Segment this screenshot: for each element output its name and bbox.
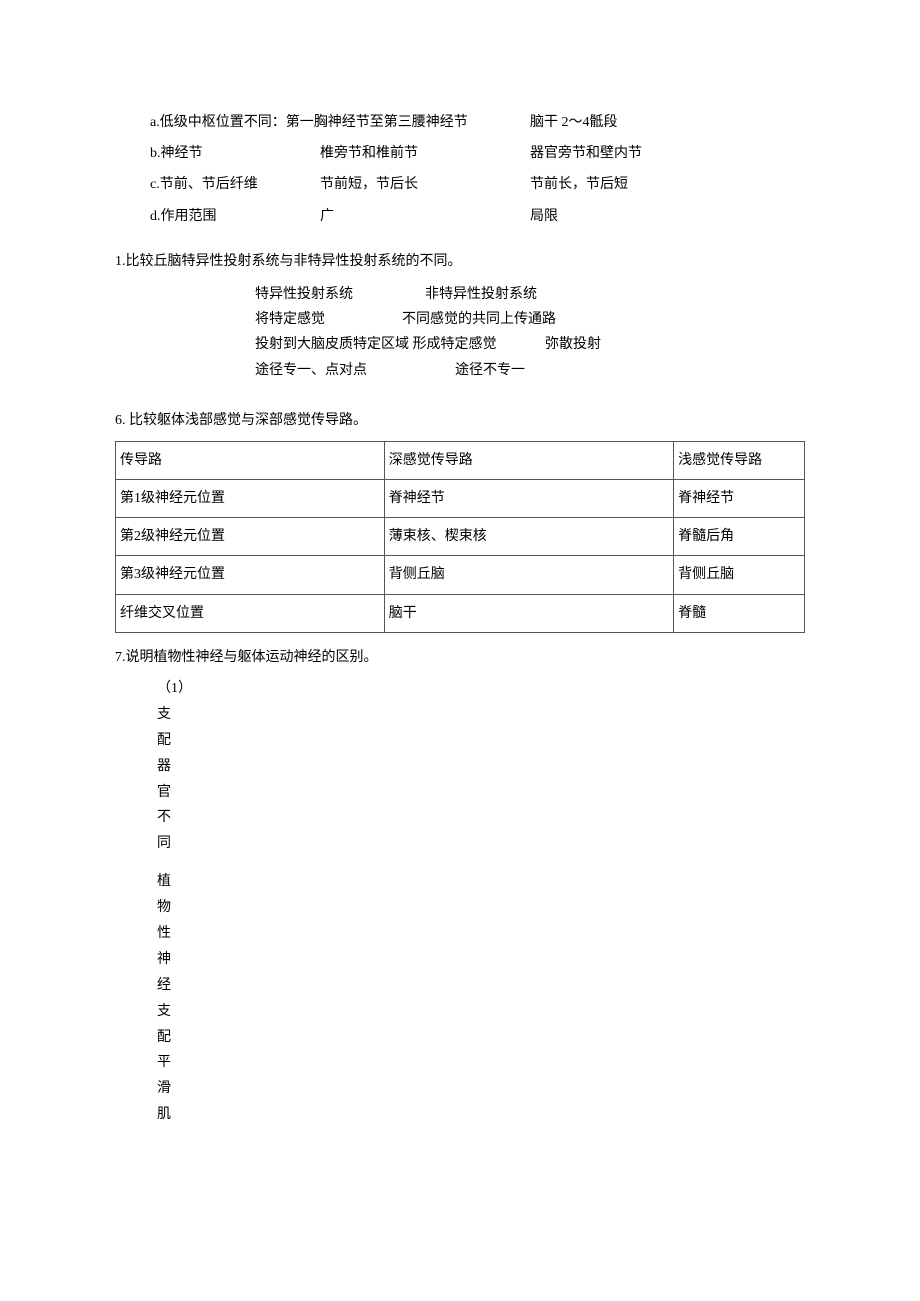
q1-cell: 投射到大脑皮质特定区域 形成特定感觉 [255,332,545,357]
row-d-c3: 局限 [530,204,805,229]
row-b-label: b.神经节 [150,141,320,166]
table-row: 传导路 深感觉传导路 浅感觉传导路 [116,441,805,479]
abcd-row: c.节前、节后纤维 节前短，节后长 节前长，节后短 [150,172,805,197]
q6-heading: 6. 比较躯体浅部感觉与深部感觉传导路。 [115,408,805,433]
table-cell: 第2级神经元位置 [116,518,385,556]
vertical-gap [115,857,805,869]
q1-cell: 特异性投射系统 [255,282,425,307]
q1-row: 将特定感觉 不同感觉的共同上传通路 [255,307,805,332]
table-cell: 第1级神经元位置 [116,480,385,518]
q1-cell: 不同感觉的共同上传通路 [402,307,805,332]
q1-row: 途径专一、点对点 途径不专一 [255,358,805,383]
q6-table: 传导路 深感觉传导路 浅感觉传导路 第1级神经元位置 脊神经节 脊神经节 第2级… [115,441,805,633]
row-c-c3: 节前长，节后短 [530,172,805,197]
q1-cell: 将特定感觉 [255,307,402,332]
q1-cell: 途径不专一 [455,358,805,383]
table-cell: 脊神经节 [674,480,805,518]
row-b-c2: 椎旁节和椎前节 [320,141,530,166]
table-cell: 第3级神经元位置 [116,556,385,594]
q7-heading: 7.说明植物性神经与躯体运动神经的区别。 [115,645,805,670]
table-cell: 脊神经节 [384,480,673,518]
table-row: 第2级神经元位置 薄束核、楔束核 脊髓后角 [116,518,805,556]
row-a-label: a.低级中枢位置不同： [150,115,286,130]
table-row: 第1级神经元位置 脊神经节 脊神经节 [116,480,805,518]
table-row: 第3级神经元位置 背侧丘脑 背侧丘脑 [116,556,805,594]
table-cell: 浅感觉传导路 [674,441,805,479]
table-row: 纤维交叉位置 脑干 脊髓 [116,594,805,632]
table-cell: 传导路 [116,441,385,479]
row-a-c2: 第一胸神经节至第三腰神经节 [286,115,468,130]
table-cell: 纤维交叉位置 [116,594,385,632]
abcd-row: a.低级中枢位置不同：第一胸神经节至第三腰神经节 脑干 2～4骶段 [150,110,805,135]
table-cell: 薄束核、楔束核 [384,518,673,556]
q1-cell: 弥散投射 [545,332,805,357]
abcd-row: d.作用范围 广 局限 [150,204,805,229]
q1-row: 特异性投射系统 非特异性投射系统 [255,282,805,307]
table-cell: 脑干 [384,594,673,632]
q1-comparison-block: 特异性投射系统 非特异性投射系统 将特定感觉 不同感觉的共同上传通路 投射到大脑… [255,282,805,383]
q1-cell: 非特异性投射系统 [425,282,805,307]
row-a-c3: 脑干 2～4骶段 [530,110,805,135]
q7-vertical-text-1: （1）支配器官不同 [157,676,172,857]
row-c-label: c.节前、节后纤维 [150,172,320,197]
table-cell: 背侧丘脑 [674,556,805,594]
q1-cell: 途径专一、点对点 [255,358,455,383]
q7-vertical-text-2: 植物性神经支配平滑肌 [157,869,172,1128]
table-cell: 脊髓后角 [674,518,805,556]
q6-table-wrap: 传导路 深感觉传导路 浅感觉传导路 第1级神经元位置 脊神经节 脊神经节 第2级… [115,441,805,633]
q1-heading: 1.比较丘脑特异性投射系统与非特异性投射系统的不同。 [115,249,805,274]
row-d-c2: 广 [320,204,530,229]
row-b-c3: 器官旁节和壁内节 [530,141,805,166]
row-d-label: d.作用范围 [150,204,320,229]
table-cell: 背侧丘脑 [384,556,673,594]
table-cell: 深感觉传导路 [384,441,673,479]
abcd-row: b.神经节 椎旁节和椎前节 器官旁节和壁内节 [150,141,805,166]
q1-row: 投射到大脑皮质特定区域 形成特定感觉 弥散投射 [255,332,805,357]
row-a-label-and-col2: a.低级中枢位置不同：第一胸神经节至第三腰神经节 [150,110,530,135]
table-cell: 脊髓 [674,594,805,632]
abcd-comparison-list: a.低级中枢位置不同：第一胸神经节至第三腰神经节 脑干 2～4骶段 b.神经节 … [150,110,805,229]
row-c-c2: 节前短，节后长 [320,172,530,197]
